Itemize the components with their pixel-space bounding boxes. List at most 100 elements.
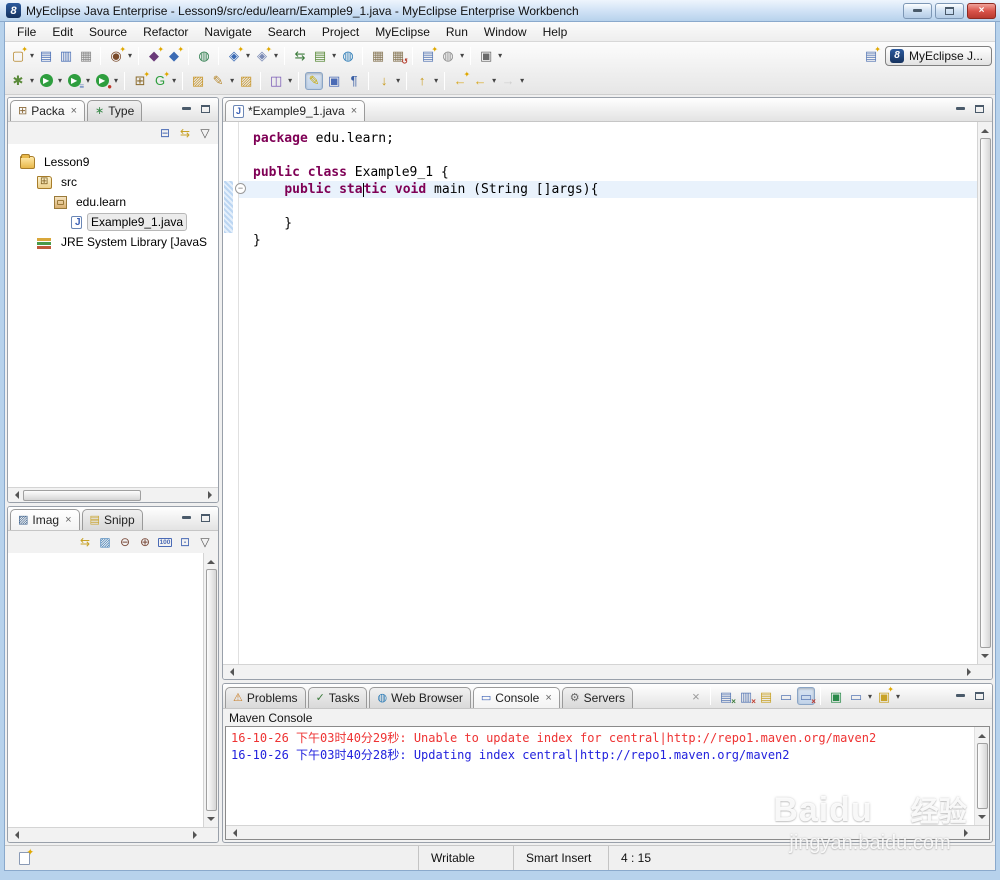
close-tab-icon[interactable]: × [71,105,77,117]
display-console-dropdown[interactable]: ▾ [866,692,874,701]
horizontal-scrollbar[interactable] [8,827,203,842]
link-with-editor-icon[interactable]: ⇆ [76,534,94,551]
new-java-project-dropdown[interactable]: ▾ [126,51,134,60]
search-dropdown[interactable]: ▾ [228,76,236,85]
minimize-view-button[interactable] [953,689,968,702]
save-icon[interactable]: ▤ [37,47,55,65]
scroll-left-button[interactable] [8,488,23,503]
view-menu-icon[interactable]: ▽ [196,125,214,142]
external-tools-icon[interactable]: ◫ [267,72,285,90]
collapse-all-icon[interactable]: ⊟ [156,125,174,142]
open-resource-icon[interactable]: ▨ [189,72,207,90]
new-web-project-icon[interactable]: ◈ ✦ [225,45,244,65]
scroll-left-button[interactable] [226,825,241,840]
new-server-icon[interactable]: ▤ ✦ [419,45,438,65]
scroll-right-button[interactable] [203,488,218,503]
search-icon[interactable]: ✎ [209,72,227,90]
vertical-scrollbar[interactable] [977,122,992,664]
tab-example9-1-java[interactable]: J *Example9_1.java × [225,100,366,121]
run-last-icon[interactable]: ▶ ≡ [65,72,84,91]
code-line-2[interactable] [253,147,977,164]
close-tab-icon[interactable]: × [65,514,71,526]
vertical-scrollbar[interactable] [974,727,989,825]
horizontal-scrollbar[interactable] [226,825,974,839]
scroll-down-button[interactable] [978,649,993,664]
open-console-dropdown[interactable]: ▾ [894,692,902,701]
scrollbar-thumb[interactable] [976,743,988,809]
maximize-button[interactable] [935,2,964,19]
menu-window[interactable]: Window [476,23,535,41]
tree-item-edu-learn[interactable]: edu.learn [8,192,218,212]
tree-item-lesson9[interactable]: Lesson9 [8,152,218,172]
new-jsp-icon[interactable]: ◈ ✦ [253,45,272,65]
show-stderr-console-icon[interactable]: ▭ × [796,687,816,706]
sort-members-icon[interactable]: ↓ [375,72,393,90]
new-wizard-icon[interactable]: ▢ ✦ [9,45,28,65]
scroll-up-button[interactable] [975,727,990,742]
code-line-4[interactable]: public static void main (String []args){ [239,181,977,198]
code-line-5[interactable] [253,198,977,215]
show-whitespace-icon[interactable]: ¶ [345,72,363,90]
remove-all-launches-icon[interactable]: ▥ × [737,687,756,707]
new-java-project-icon[interactable]: ◉ ✦ [107,45,126,65]
scroll-down-button[interactable] [204,812,219,827]
horizontal-scrollbar[interactable] [223,664,977,679]
tab-tasks[interactable]: ✓ Tasks [307,687,368,708]
code-line-3[interactable]: public class Example9_1 { [253,164,977,181]
link-with-editor-icon[interactable]: ⇆ [176,125,194,142]
perspective-button-myeclipse[interactable]: 8 MyEclipse J... [884,45,992,66]
deploy-icon[interactable]: ▦ [369,47,387,65]
tree-item-src[interactable]: src [8,172,218,192]
vertical-scrollbar[interactable] [203,553,218,827]
show-stdout-console-icon[interactable]: ▭ [777,687,795,705]
internet-settings-icon[interactable]: ◍ [439,47,457,65]
menu-refactor[interactable]: Refactor [135,23,196,41]
menu-file[interactable]: File [9,23,44,41]
fast-view-icon[interactable] [19,847,34,865]
internet-settings-dropdown[interactable]: ▾ [458,51,466,60]
back-icon[interactable]: ← [471,72,489,90]
minimize-view-button[interactable] [179,511,194,524]
open-console-icon[interactable]: ▣ ✦ [875,685,894,705]
menu-navigate[interactable]: Navigate [196,23,259,41]
tree-item-jre-system-library-javas[interactable]: JRE System Library [JavaS [8,232,218,252]
undeploy-icon[interactable]: ▦ ↺ [389,47,408,66]
run-dropdown[interactable]: ▾ [56,76,64,85]
profile-icon[interactable]: ▶ ● [93,72,112,91]
zoom-in-icon[interactable]: ⊕ [136,534,154,551]
new-web-project-dropdown[interactable]: ▾ [244,51,252,60]
tab-packa[interactable]: ⊞ Packa × [10,100,86,121]
code-line-7[interactable]: } [253,232,977,249]
profile-dropdown[interactable]: ▾ [112,76,120,85]
scroll-right-button[interactable] [959,825,974,840]
back-dropdown[interactable]: ▾ [490,76,498,85]
maximize-view-button[interactable] [972,102,987,115]
generate-dropdown[interactable]: ▾ [170,76,178,85]
clear-console-icon[interactable]: × [687,687,705,705]
checkout-icon[interactable]: ▤ [311,47,329,65]
menu-source[interactable]: Source [81,23,135,41]
scroll-lock-icon[interactable]: ▤ [757,687,775,705]
last-edit-location-icon[interactable]: ← ✦ [451,70,471,90]
title-bar[interactable]: 8 MyEclipse Java Enterprise - Lesson9/sr… [0,0,1000,22]
tree-item-example9-1-java[interactable]: Example9_1.java [8,212,218,232]
debug-dropdown[interactable]: ▾ [28,76,36,85]
display-console-icon[interactable]: ▭ [847,687,865,705]
scroll-down-button[interactable] [975,810,990,825]
fold-collapse-icon[interactable]: − [235,183,246,194]
run-icon[interactable]: ▶ [37,72,55,90]
tab-problems[interactable]: ⚠ Problems [225,687,306,708]
sort-members-dropdown[interactable]: ▾ [394,76,402,85]
forward-dropdown[interactable]: ▾ [518,76,526,85]
maximize-view-button[interactable] [198,511,213,524]
menu-project[interactable]: Project [314,23,367,41]
maximize-view-button[interactable] [972,689,987,702]
open-perspective-icon[interactable]: ▤ ✦ [862,45,881,65]
menu-run[interactable]: Run [438,23,476,41]
external-tools-dropdown[interactable]: ▾ [286,76,294,85]
code-area[interactable]: − package edu.learn; public class Exampl… [223,122,977,664]
save-all-icon[interactable]: ▥ [57,47,75,65]
highlight-marker-icon[interactable]: ✎ [305,71,324,90]
menu-search[interactable]: Search [260,23,314,41]
tab-snipp[interactable]: ▤ Snipp [81,509,143,530]
